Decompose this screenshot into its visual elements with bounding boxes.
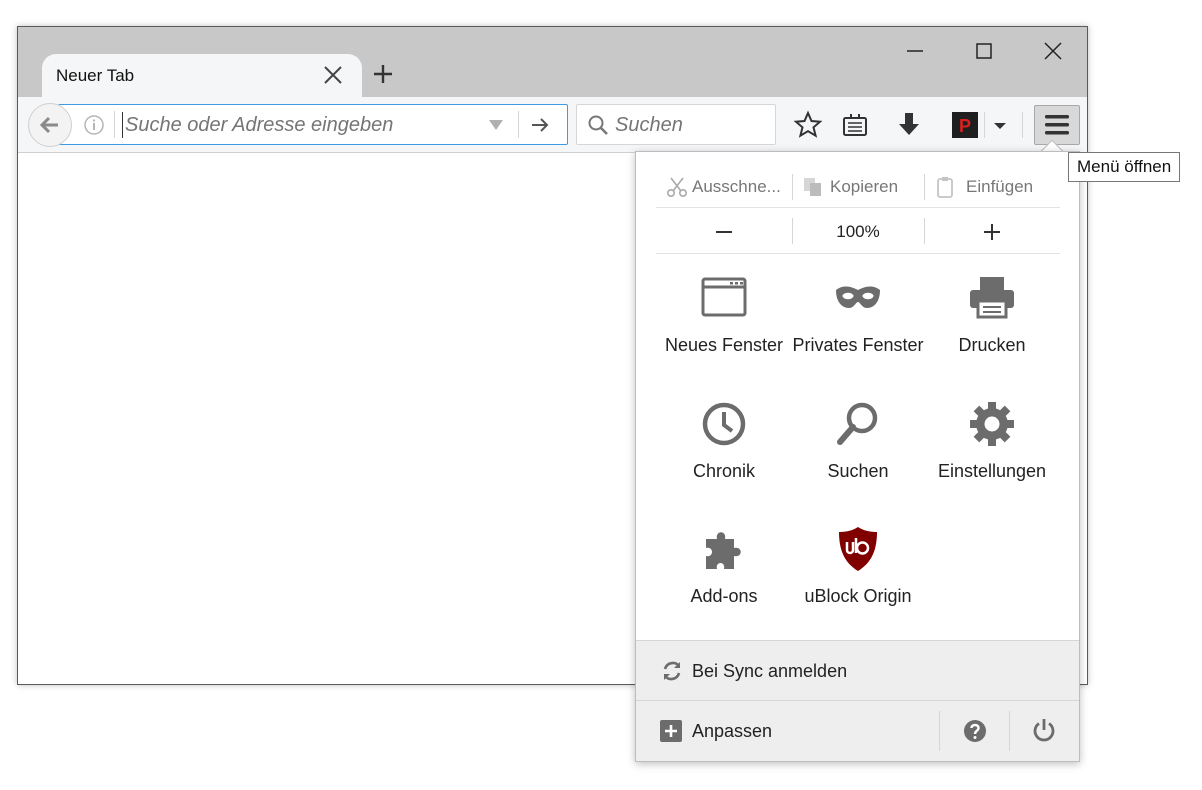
url-bar[interactable] [58,104,568,145]
private-window-label: Privates Fenster [792,335,924,355]
paste-button[interactable]: Einfügen [934,176,1033,198]
copy-label: Kopieren [830,177,899,196]
mask-icon [836,286,880,308]
bookmarks-menu-icon[interactable] [838,108,872,142]
maximize-icon[interactable] [972,39,996,63]
settings-label: Einstellungen [937,461,1047,481]
close-icon[interactable] [322,64,344,86]
sync-icon [663,661,681,681]
download-icon[interactable] [892,108,926,142]
info-icon[interactable] [83,114,105,136]
power-icon[interactable] [1032,718,1056,742]
copy-button[interactable]: Kopieren [802,176,898,198]
clock-icon [702,402,746,446]
plus-square-icon [660,720,682,742]
history-label: Chronik [692,461,756,481]
divider [518,111,519,138]
help-icon[interactable] [963,719,987,743]
chevron-down-icon[interactable] [988,108,1012,142]
edit-controls: Ausschne... Kopieren Einfügen [656,166,1060,208]
paste-label: Einfügen [966,177,1034,196]
minimize-icon[interactable] [903,39,927,63]
copy-icon [804,178,821,196]
printer-icon [970,277,1014,319]
print-button[interactable]: Drucken [925,274,1059,356]
history-button[interactable]: Chronik [657,400,791,482]
print-label: Drucken [958,335,1026,355]
open-menu-button[interactable] [1034,105,1080,145]
url-input[interactable] [122,112,482,138]
ublock-icon [839,527,877,571]
magnifier-icon [837,402,878,445]
go-arrow-icon[interactable] [529,114,551,136]
divider [924,218,925,244]
new-window-button[interactable]: Neues Fenster [657,274,791,356]
divider [792,174,793,200]
divider [114,111,115,138]
settings-button[interactable]: Einstellungen [925,400,1059,482]
dropdown-arrow-icon[interactable] [487,118,505,132]
search-icon [588,115,608,135]
customize-button[interactable]: Anpassen [636,701,938,761]
hamburger-menu-icon [1045,115,1069,135]
divider [1022,112,1023,138]
extension-p-icon: P [952,112,978,138]
gear-icon [970,402,1014,446]
svg-text:P: P [959,116,971,136]
find-label: Suchen [827,461,889,481]
navigation-toolbar: P [18,97,1087,153]
scissors-icon [666,177,688,198]
find-button[interactable]: Suchen [791,400,925,482]
sync-signin-button[interactable]: Bei Sync anmelden [636,640,1079,701]
back-arrow-icon [39,116,58,134]
new-window-label: Neues Fenster [664,335,784,355]
zoom-reset-button[interactable]: 100% [818,222,898,242]
ublock-origin-button[interactable]: uBlock Origin [791,525,925,607]
customize-label: Anpassen [692,721,773,741]
bookmark-star-icon[interactable] [791,108,825,142]
zoom-out-icon[interactable] [710,218,738,246]
private-window-button[interactable]: Privates Fenster [791,274,925,356]
tab-new-tab[interactable]: Neuer Tab [42,54,362,98]
sync-label: Bei Sync anmelden [692,661,848,681]
divider [1009,711,1010,751]
addons-button[interactable]: Add-ons [657,525,791,607]
title-bar: Neuer Tab [18,27,1087,98]
new-tab-plus-icon[interactable] [372,63,394,85]
window-icon [701,277,747,317]
addons-label: Add-ons [690,586,758,606]
app-menu-panel: Ausschne... Kopieren Einfügen 100% Neues… [635,151,1080,762]
tab-title: Neuer Tab [56,66,135,85]
divider [924,174,925,200]
divider [984,112,985,138]
clipboard-icon [937,177,953,198]
menu-tooltip: Menü öffnen [1068,152,1181,182]
zoom-in-icon[interactable] [978,218,1006,246]
back-button[interactable] [28,103,72,147]
search-input[interactable] [615,113,765,137]
divider [939,711,940,751]
panel-footer: Anpassen [636,701,1079,761]
puzzle-icon [706,532,741,569]
extension-p-button[interactable]: P [948,108,982,142]
divider [792,218,793,244]
cut-button[interactable]: Ausschne... [666,176,781,198]
ublock-origin-label: uBlock Origin [804,586,912,606]
search-bar[interactable] [576,104,776,145]
zoom-controls: 100% [656,210,1060,254]
cut-label: Ausschne... [692,177,781,196]
window-close-icon[interactable] [1041,39,1065,63]
